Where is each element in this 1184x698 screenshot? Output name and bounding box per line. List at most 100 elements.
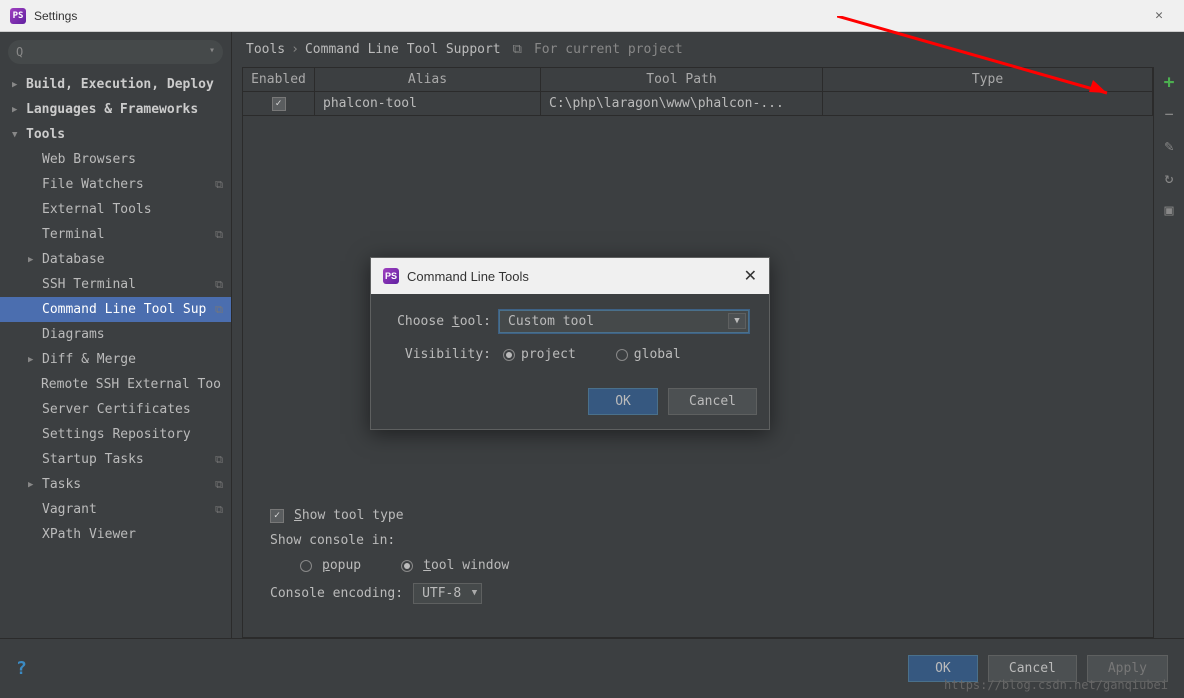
- choose-tool-select[interactable]: Custom tool ▼: [499, 310, 749, 333]
- sidebar-item-label: Startup Tasks: [42, 452, 144, 467]
- add-button[interactable]: +: [1160, 73, 1178, 91]
- sidebar-item[interactable]: Server Certificates: [0, 397, 231, 422]
- encoding-select[interactable]: UTF-8 ▼: [413, 583, 482, 604]
- visibility-global-radio[interactable]: [616, 349, 628, 361]
- col-header-path[interactable]: Tool Path: [541, 68, 823, 91]
- sidebar-item-label: Tasks: [42, 477, 81, 492]
- sidebar-item[interactable]: ▼Tools: [0, 122, 231, 147]
- dialog-title: Command Line Tools: [407, 269, 744, 284]
- app-icon: PS: [383, 268, 399, 284]
- encoding-value: UTF-8: [422, 586, 461, 601]
- encoding-label: Console encoding:: [270, 586, 403, 601]
- sidebar-item-label: Terminal: [42, 227, 105, 242]
- breadcrumb-part: Tools: [246, 42, 285, 57]
- sidebar-item-label: Command Line Tool Sup: [42, 302, 206, 317]
- tree-arrow-icon: ▶: [28, 480, 42, 490]
- watermark: https://blog.csdn.net/ganqiubei: [944, 678, 1168, 692]
- sidebar-item-label: External Tools: [42, 202, 152, 217]
- project-scope-icon: ⧉: [513, 42, 522, 57]
- table-row[interactable]: ✓ phalcon-tool C:\php\laragon\www\phalco…: [243, 92, 1153, 116]
- cell-path: C:\php\laragon\www\phalcon-...: [541, 92, 823, 115]
- cell-alias: phalcon-tool: [315, 92, 541, 115]
- project-scope-icon: ⧉: [215, 503, 223, 517]
- console-popup-radio[interactable]: [300, 560, 312, 572]
- tree-arrow-icon: ▼: [12, 130, 26, 140]
- sidebar-item[interactable]: ▶Build, Execution, Deploy: [0, 72, 231, 97]
- choose-tool-value: Custom tool: [508, 314, 594, 329]
- sidebar-item[interactable]: ▶Database: [0, 247, 231, 272]
- project-scope-icon: ⧉: [215, 453, 223, 467]
- sidebar-item[interactable]: XPath Viewer: [0, 522, 231, 547]
- visibility-global-label: global: [634, 347, 681, 362]
- close-icon[interactable]: ✕: [744, 266, 757, 286]
- sidebar-item[interactable]: Web Browsers: [0, 147, 231, 172]
- app-icon: PS: [10, 8, 26, 24]
- visibility-project-label: project: [521, 347, 576, 362]
- sidebar-item[interactable]: ▶Tasks ⧉: [0, 472, 231, 497]
- sidebar-item-label: Remote SSH External Too: [41, 377, 221, 392]
- window-title: Settings: [34, 9, 1144, 23]
- col-header-enabled[interactable]: Enabled: [243, 68, 315, 91]
- sidebar: Q ▾ ▶Build, Execution, Deploy▶Languages …: [0, 32, 232, 638]
- visibility-project-radio[interactable]: [503, 349, 515, 361]
- tree-arrow-icon: ▶: [12, 80, 26, 90]
- help-icon[interactable]: ?: [16, 658, 898, 679]
- checkbox-icon[interactable]: ✓: [272, 97, 286, 111]
- sidebar-item[interactable]: ▶Languages & Frameworks: [0, 97, 231, 122]
- sidebar-item[interactable]: File Watchers⧉: [0, 172, 231, 197]
- remove-button[interactable]: −: [1160, 105, 1178, 123]
- sidebar-item-label: Settings Repository: [42, 427, 191, 442]
- sidebar-item[interactable]: Terminal⧉: [0, 222, 231, 247]
- show-tool-type-checkbox[interactable]: ✓: [270, 509, 284, 523]
- chevron-down-icon[interactable]: ▾: [209, 45, 215, 56]
- search-icon: Q: [16, 45, 23, 59]
- tree-arrow-icon: ▶: [28, 355, 42, 365]
- chevron-down-icon: ▼: [472, 588, 477, 598]
- sidebar-item-label: Diagrams: [42, 327, 105, 342]
- sidebar-item-label: File Watchers: [42, 177, 144, 192]
- col-header-type[interactable]: Type: [823, 68, 1153, 91]
- console-toolwindow-label: tool window: [423, 558, 509, 573]
- sidebar-item-label: Tools: [26, 127, 65, 142]
- console-toolwindow-radio[interactable]: [401, 560, 413, 572]
- command-line-tools-dialog: PS Command Line Tools ✕ Choose tool: Cho…: [370, 257, 770, 430]
- sidebar-item-label: SSH Terminal: [42, 277, 136, 292]
- sidebar-item[interactable]: External Tools: [0, 197, 231, 222]
- sidebar-item-label: Languages & Frameworks: [26, 102, 198, 117]
- sidebar-item[interactable]: SSH Terminal⧉: [0, 272, 231, 297]
- edit-button[interactable]: ✎: [1160, 137, 1178, 155]
- sidebar-item[interactable]: Remote SSH External Too: [0, 372, 231, 397]
- sidebar-item-label: Build, Execution, Deploy: [26, 77, 214, 92]
- show-tool-type-label: SShow tool typehow tool type: [294, 508, 404, 523]
- visibility-label: Visibility:: [391, 347, 491, 362]
- sidebar-item[interactable]: Settings Repository: [0, 422, 231, 447]
- cell-type: [823, 92, 1153, 115]
- close-icon[interactable]: ✕: [1144, 8, 1174, 23]
- sidebar-item[interactable]: Startup Tasks ⧉: [0, 447, 231, 472]
- refresh-button[interactable]: ↻: [1160, 169, 1178, 187]
- project-scope-icon: ⧉: [215, 478, 223, 492]
- project-scope-icon: ⧉: [215, 303, 223, 317]
- cell-enabled[interactable]: ✓: [243, 92, 315, 115]
- search-input[interactable]: Q ▾: [8, 40, 223, 64]
- sidebar-item[interactable]: Command Line Tool Sup ⧉: [0, 297, 231, 322]
- sidebar-item-label: Web Browsers: [42, 152, 136, 167]
- col-header-alias[interactable]: Alias: [315, 68, 541, 91]
- breadcrumb-context: For current project: [534, 42, 683, 57]
- sidebar-item-label: XPath Viewer: [42, 527, 136, 542]
- show-console-label: Show console in:: [270, 533, 930, 548]
- dialog-ok-button[interactable]: OK: [588, 388, 658, 415]
- settings-tree: ▶Build, Execution, Deploy▶Languages & Fr…: [0, 72, 231, 638]
- tree-arrow-icon: ▶: [12, 105, 26, 115]
- choose-tool-label: Choose tool:: [391, 314, 491, 329]
- breadcrumb-part: Command Line Tool Support: [305, 42, 501, 57]
- console-popup-label: popup: [322, 558, 361, 573]
- sidebar-item[interactable]: Diagrams: [0, 322, 231, 347]
- tree-arrow-icon: ▶: [28, 255, 42, 265]
- dialog-cancel-button[interactable]: Cancel: [668, 388, 757, 415]
- sidebar-item[interactable]: Vagrant⧉: [0, 497, 231, 522]
- sidebar-item-label: Diff & Merge: [42, 352, 136, 367]
- side-toolbar: + − ✎ ↻ ▣: [1154, 67, 1184, 638]
- sidebar-item[interactable]: ▶Diff & Merge: [0, 347, 231, 372]
- folder-button[interactable]: ▣: [1160, 201, 1178, 219]
